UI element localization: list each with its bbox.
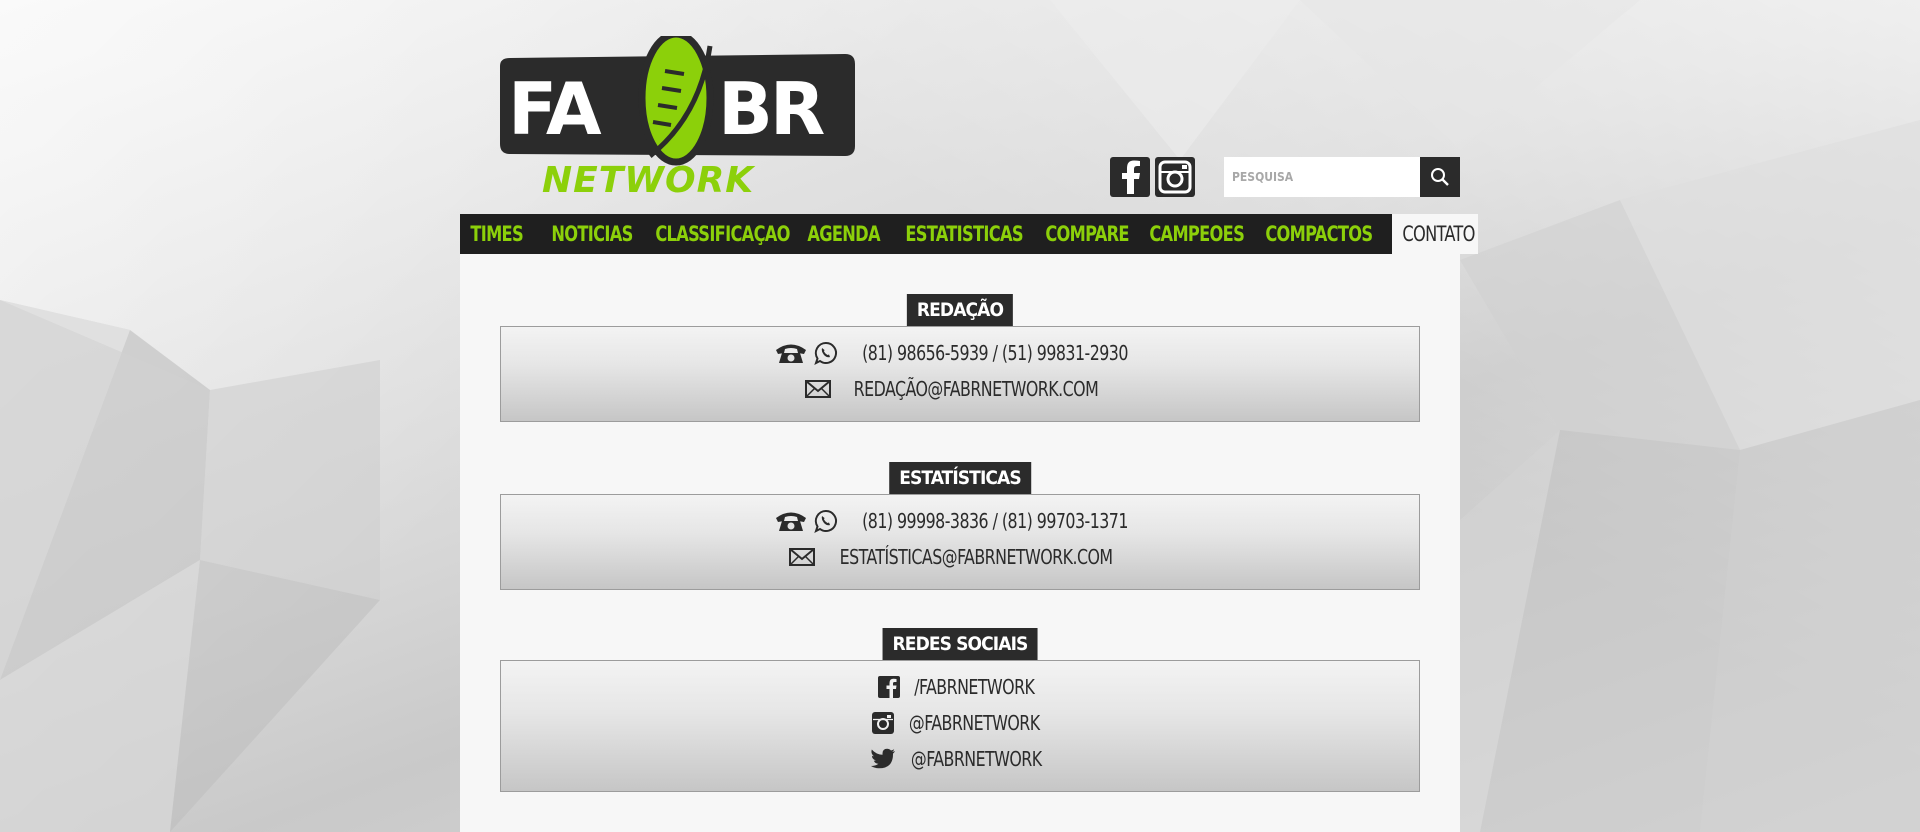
redacao-email[interactable]: REDAÇÃO@FABRNETWORK.COM	[854, 377, 1099, 401]
fabr-network-logo[interactable]: FA BR NETWORK	[490, 30, 860, 201]
envelope-icon	[788, 548, 815, 566]
estatisticas-phones-line: (81) 99998-3836 / (81) 99703-1371	[501, 503, 1419, 539]
search-input[interactable]	[1224, 157, 1420, 197]
estatisticas-email-line: ESTATÍSTICAS@FABRNETWORK.COM	[501, 539, 1419, 575]
nav-item-noticias[interactable]: NOTICIAS	[541, 214, 633, 254]
estatisticas-box: (81) 99998-3836 / (81) 99703-1371 ESTATÍ…	[500, 494, 1420, 590]
search-icon	[1431, 168, 1449, 186]
redacao-email-line: REDAÇÃO@FABRNETWORK.COM	[501, 371, 1419, 407]
nav-item-compare[interactable]: COMPARE	[1035, 214, 1129, 254]
redes-sociais-box: /FABRNETWORK @FABRNETWORK @FABRNETWORK	[500, 660, 1420, 792]
redacao-phones: (81) 98656-5939 / (51) 99831-2930	[862, 341, 1128, 365]
redacao-box: (81) 98656-5939 / (51) 99831-2930 REDAÇÃ…	[500, 326, 1420, 422]
twitter-icon	[870, 748, 896, 770]
nav-item-estatisticas[interactable]: ESTATISTICAS	[895, 214, 1023, 254]
header-social-links	[1110, 157, 1195, 197]
facebook-handle[interactable]: /FABRNETWORK	[914, 675, 1035, 699]
instagram-icon[interactable]	[1155, 157, 1195, 197]
search-button[interactable]	[1420, 157, 1460, 197]
nav-item-campeoes[interactable]: CAMPEOES	[1139, 214, 1244, 254]
contact-content: REDAÇÃO (81) 98656-5939 / (51) 99831-293…	[460, 254, 1460, 832]
whatsapp-icon	[814, 341, 838, 365]
main-nav: TIMES NOTICIAS CLASSIFICAÇAO AGENDA ESTA…	[460, 214, 1478, 254]
site-container: FA BR NETWORK TIMES N	[460, 0, 1478, 832]
facebook-icon[interactable]	[1110, 157, 1150, 197]
instagram-line[interactable]: @FABRNETWORK	[501, 705, 1419, 741]
section-title-estatisticas: ESTATÍSTICAS	[889, 462, 1031, 494]
redacao-phones-line: (81) 98656-5939 / (51) 99831-2930	[501, 335, 1419, 371]
svg-text:BR: BR	[718, 67, 824, 151]
twitter-handle[interactable]: @FABRNETWORK	[911, 747, 1042, 771]
telephone-icon	[774, 341, 808, 365]
nav-item-contato[interactable]: CONTATO	[1392, 214, 1478, 254]
section-title-redacao: REDAÇÃO	[906, 294, 1014, 326]
estatisticas-email[interactable]: ESTATÍSTICAS@FABRNETWORK.COM	[840, 545, 1113, 569]
whatsapp-icon	[814, 509, 838, 533]
nav-item-agenda[interactable]: AGENDA	[797, 214, 881, 254]
estatisticas-phones: (81) 99998-3836 / (81) 99703-1371	[862, 509, 1128, 533]
instagram-icon	[871, 712, 894, 734]
telephone-icon	[774, 509, 808, 533]
twitter-line[interactable]: @FABRNETWORK	[501, 741, 1419, 777]
envelope-icon	[805, 380, 832, 398]
facebook-icon	[877, 676, 900, 698]
instagram-handle[interactable]: @FABRNETWORK	[909, 711, 1040, 735]
svg-text:FA: FA	[508, 67, 602, 151]
section-title-redes-sociais: REDES SOCIAIS	[882, 628, 1038, 660]
nav-item-times[interactable]: TIMES	[460, 214, 530, 254]
logo-network-text: NETWORK	[542, 160, 756, 196]
search-bar	[1224, 157, 1460, 197]
nav-item-compactos[interactable]: COMPACTOS	[1255, 214, 1373, 254]
nav-item-classificacao[interactable]: CLASSIFICAÇAO	[645, 214, 790, 254]
facebook-line[interactable]: /FABRNETWORK	[501, 669, 1419, 705]
